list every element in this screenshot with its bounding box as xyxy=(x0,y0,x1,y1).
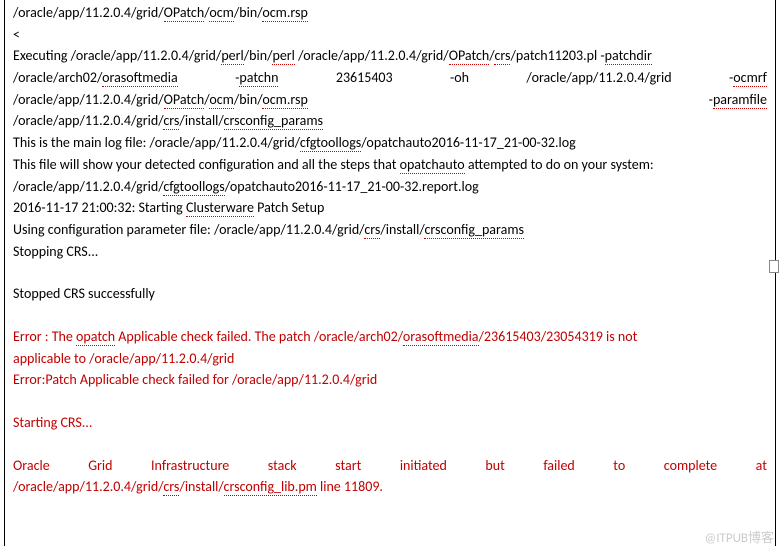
blank-line xyxy=(13,434,767,455)
log-line: < xyxy=(13,24,767,46)
error-line: Error:Patch Applicable check failed for … xyxy=(13,369,767,391)
document-page: /oracle/app/11.2.0.4/grid/OPatch/ocm/bin… xyxy=(4,0,776,546)
log-line: Using configuration parameter file: /ora… xyxy=(13,219,767,241)
error-line: /oracle/app/11.2.0.4/grid/crs/install/cr… xyxy=(13,476,767,498)
error-line: Starting CRS... xyxy=(13,412,767,434)
error-line: Error : The opatch Applicable check fail… xyxy=(13,326,767,348)
log-line: Executing /oracle/app/11.2.0.4/grid/perl… xyxy=(13,45,767,67)
log-line: 2016-11-17 21:00:32: Starting Clusterwar… xyxy=(13,197,767,219)
log-line: This is the main log file: /oracle/app/1… xyxy=(13,132,767,154)
blank-line xyxy=(13,391,767,412)
log-line: Stopped CRS successfully xyxy=(13,283,767,305)
error-line: Oracle Grid Infrastructure stack start i… xyxy=(13,455,767,477)
log-line: /oracle/arch02/orasoftmedia -patchn 2361… xyxy=(13,67,767,89)
log-line: This file will show your detected config… xyxy=(13,154,767,176)
log-line: /oracle/app/11.2.0.4/grid/crs/install/cr… xyxy=(13,110,767,132)
log-line: /oracle/app/11.2.0.4/grid/cfgtoollogs/op… xyxy=(13,176,767,198)
log-line: /oracle/app/11.2.0.4/grid/OPatch/ocm/bin… xyxy=(13,2,767,24)
blank-line xyxy=(13,262,767,283)
log-line: Stopping CRS... xyxy=(13,241,767,263)
split-handle-icon[interactable] xyxy=(769,260,779,273)
log-line: /oracle/app/11.2.0.4/grid/OPatch/ocm/bin… xyxy=(13,89,767,111)
blank-line xyxy=(13,305,767,326)
error-line: applicable to /oracle/app/11.2.0.4/grid xyxy=(13,348,767,370)
